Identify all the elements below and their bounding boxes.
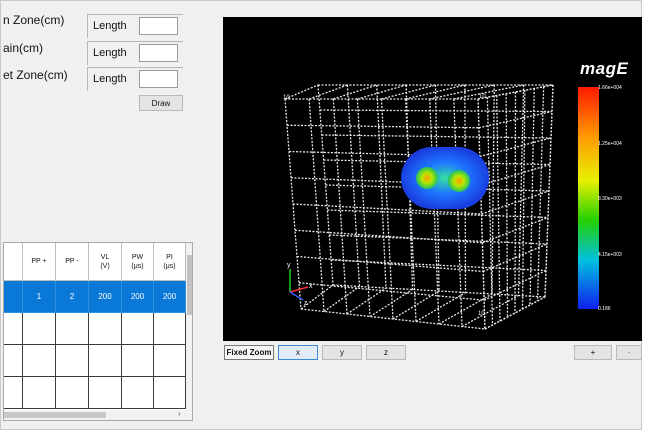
table-cell[interactable] <box>23 313 56 345</box>
table-cell[interactable] <box>122 377 154 409</box>
table-cell[interactable]: 2 <box>56 281 89 313</box>
zoom-in-button[interactable]: + <box>574 345 612 360</box>
table-cell[interactable] <box>89 377 122 409</box>
grid-line <box>392 290 440 320</box>
3d-viewer[interactable]: y x z 10 10 10 magE 1.66e+004 1.25e+004 … <box>223 17 642 341</box>
colorbar-tick: 1.66e+004 <box>598 85 622 91</box>
table-cell[interactable] <box>56 313 89 345</box>
length-input-2[interactable] <box>139 44 178 62</box>
table-cell[interactable] <box>154 345 186 377</box>
row-header[interactable] <box>4 313 23 345</box>
table-cell[interactable]: 200 <box>122 281 154 313</box>
table-cell[interactable] <box>23 345 56 377</box>
pulse-parameter-table[interactable]: PP + PP - VL (V) PW (μs) PI (μs) 1 2 200… <box>3 242 193 421</box>
vertical-scroll-thumb[interactable] <box>187 255 192 315</box>
table-cell[interactable] <box>56 377 89 409</box>
grid-line <box>479 137 552 158</box>
vertical-scrollbar[interactable] <box>186 243 192 420</box>
table-cell[interactable] <box>154 313 186 345</box>
view-z-button[interactable]: z <box>366 345 406 360</box>
table-cell[interactable] <box>23 377 56 409</box>
table-cell[interactable]: 200 <box>154 281 186 313</box>
colorbar-tick: 8.30e+003 <box>598 196 622 202</box>
length-group-3: Length <box>87 67 183 91</box>
grid-line <box>536 86 545 302</box>
orientation-axes: y x z <box>287 262 313 307</box>
column-header: PI (μs) <box>154 243 186 281</box>
table-cell[interactable] <box>89 313 122 345</box>
field-blob <box>401 147 489 209</box>
table-cell[interactable] <box>122 345 154 377</box>
colorbar-tick: 1.25e+004 <box>598 141 622 147</box>
mesh-grid <box>284 84 554 330</box>
colorbar-tick: 0.186 <box>598 306 611 312</box>
grid-label: 10 <box>283 95 290 101</box>
grid-line <box>461 294 519 328</box>
axis-label-x: x <box>309 283 313 290</box>
row-header[interactable] <box>4 345 23 377</box>
grid-label: 10 <box>479 94 486 100</box>
table-cell[interactable]: 1 <box>23 281 56 313</box>
table-cell[interactable] <box>89 345 122 377</box>
view-y-button[interactable]: y <box>322 345 362 360</box>
table-cell[interactable]: 200 <box>89 281 122 313</box>
row-header-corner <box>4 243 23 281</box>
zone-label-3: et Zone(cm) <box>3 68 68 82</box>
grid-line <box>369 288 413 318</box>
horizontal-scroll-thumb[interactable] <box>4 412 106 418</box>
colorbar <box>578 87 599 309</box>
application-window: n Zone(cm) ain(cm) et Zone(cm) Length Le… <box>0 0 642 430</box>
view-x-button[interactable]: x <box>278 345 318 360</box>
zone-label-2: ain(cm) <box>3 41 44 55</box>
length-label: Length <box>93 20 127 32</box>
length-group-2: Length <box>87 41 183 65</box>
column-header: PP + <box>23 243 56 281</box>
column-header: PP - <box>56 243 89 281</box>
colorbar-title: magE <box>580 59 629 78</box>
colorbar-tick: 4.15e+003 <box>598 252 622 258</box>
draw-button[interactable]: Draw <box>139 95 183 111</box>
table-cell[interactable] <box>154 377 186 409</box>
grid-label: 10 <box>478 311 485 317</box>
zoom-out-button[interactable]: - <box>616 345 642 360</box>
length-group-1: Length <box>87 14 183 38</box>
grid-line <box>323 285 360 313</box>
zone-label-1: n Zone(cm) <box>3 13 65 27</box>
row-header[interactable] <box>4 377 23 409</box>
grid-line <box>357 84 407 100</box>
axis-label-z: z <box>304 300 308 307</box>
axis-label-y: y <box>287 262 291 269</box>
row-header[interactable] <box>4 281 23 313</box>
horizontal-scrollbar[interactable] <box>4 410 186 420</box>
column-header: PW (μs) <box>122 243 154 281</box>
scroll-right-arrow-icon[interactable]: › <box>178 409 181 418</box>
grid-line <box>381 84 436 100</box>
grid-line <box>415 291 466 323</box>
length-input-3[interactable] <box>139 70 178 88</box>
table-cell[interactable] <box>56 345 89 377</box>
length-input-1[interactable] <box>139 17 178 35</box>
column-header: VL (V) <box>89 243 122 281</box>
fixed-zoom-button[interactable]: Fixed Zoom <box>224 345 274 360</box>
table-cell[interactable] <box>122 313 154 345</box>
grid-line <box>480 163 551 186</box>
length-label: Length <box>93 73 127 85</box>
length-label: Length <box>93 47 127 59</box>
